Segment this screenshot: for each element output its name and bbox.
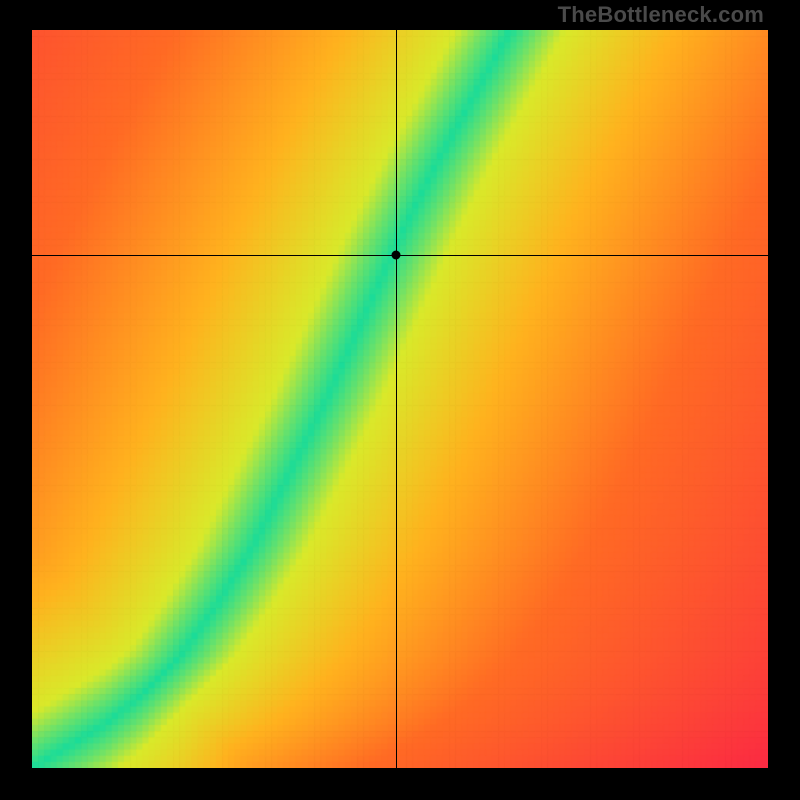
selected-point-marker	[392, 251, 401, 260]
crosshair-vertical	[396, 30, 397, 768]
heatmap-canvas	[32, 30, 768, 768]
heatmap-plot	[32, 30, 768, 768]
watermark-text: TheBottleneck.com	[558, 2, 764, 28]
chart-container: TheBottleneck.com	[0, 0, 800, 800]
